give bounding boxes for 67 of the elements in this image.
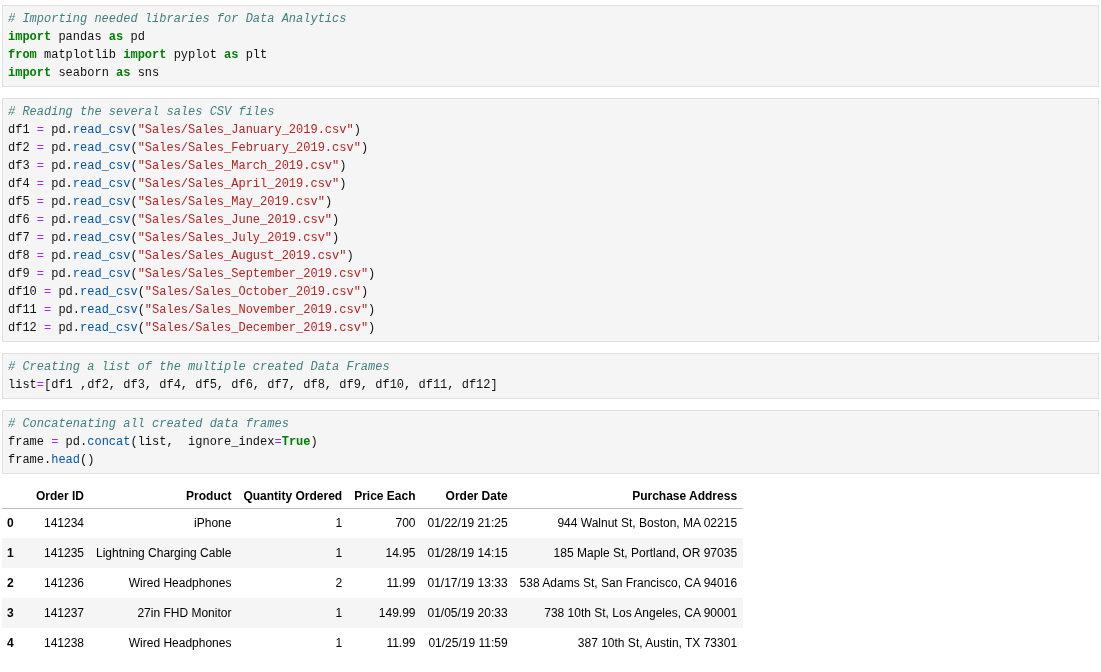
code-comment: # Concatenating all created data frames xyxy=(8,416,289,433)
column-header: Quantity Ordered xyxy=(237,484,349,508)
code-line: df6 = pd.read_csv("Sales/Sales_June_2019.csv") xyxy=(8,212,340,229)
table-cell: 141236 xyxy=(30,568,90,598)
code-line: df8 = pd.read_csv("Sales/Sales_August_2019.csv") xyxy=(8,248,354,265)
table-cell: 149.99 xyxy=(348,598,422,628)
table-cell: 01/28/19 14:15 xyxy=(421,538,514,568)
table-cell: 01/17/19 13:33 xyxy=(421,568,514,598)
code-line: df9 = pd.read_csv("Sales/Sales_September_2019.csv") xyxy=(8,266,376,283)
table-cell: 185 Maple St, Portland, OR 97035 xyxy=(513,538,744,568)
column-header: Order ID xyxy=(30,484,90,508)
table-cell: 738 10th St, Los Angeles, CA 90001 xyxy=(513,598,744,628)
code-line: frame.head() xyxy=(8,452,95,469)
row-index: 0 xyxy=(2,508,30,538)
code-comment: # Creating a list of the multiple created Data Frames xyxy=(8,359,390,376)
code-line: import seaborn as sns xyxy=(8,65,160,82)
table-cell: 11.99 xyxy=(348,628,422,658)
table-cell: 01/22/19 21:25 xyxy=(421,508,514,538)
column-header: Product xyxy=(90,484,238,508)
table-cell: 1 xyxy=(237,628,349,658)
code-line: frame = pd.concat(list, ignore_index=True) xyxy=(8,434,318,451)
row-index: 3 xyxy=(2,598,30,628)
column-header: Purchase Address xyxy=(513,484,744,508)
table-cell: 141234 xyxy=(30,508,90,538)
code-line: df7 = pd.read_csv("Sales/Sales_July_2019.csv") xyxy=(8,230,340,247)
code-line: df10 = pd.read_csv("Sales/Sales_October_2019.csv") xyxy=(8,284,369,301)
table-cell: 700 xyxy=(348,508,422,538)
table-cell: 141237 xyxy=(30,598,90,628)
table-cell: 01/25/19 11:59 xyxy=(421,628,514,658)
code-comment: # Importing needed libraries for Data Analytics xyxy=(8,11,347,28)
row-index: 2 xyxy=(2,568,30,598)
code-cell[interactable]: # Concatenating all created data frames frame = pd.concat(list, ignore_index=True) frame.head() xyxy=(2,410,1099,474)
code-line: import pandas as pd xyxy=(8,29,145,46)
code-line: df11 = pd.read_csv("Sales/Sales_November_2019.csv") xyxy=(8,302,376,319)
code-cell[interactable]: # Creating a list of the multiple created Data Frames list=[df1 ,df2, df3, df4, df5, df6, df7, df8, df9, df10, df11, df12] xyxy=(2,353,1099,399)
code-cell[interactable] xyxy=(2,98,1099,342)
code-line: df5 = pd.read_csv("Sales/Sales_May_2019.csv") xyxy=(8,194,333,211)
table-cell: 2 xyxy=(237,568,349,598)
table-cell: 1 xyxy=(237,598,349,628)
table-cell: 1 xyxy=(237,508,349,538)
table-cell: 141238 xyxy=(30,628,90,658)
table-cell: 27in FHD Monitor xyxy=(90,598,238,628)
table-cell: 538 Adams St, San Francisco, CA 94016 xyxy=(513,568,744,598)
column-header: Price Each xyxy=(348,484,422,508)
code-cell[interactable]: # Importing needed libraries for Data Analytics import pandas as pd from matplotlib import pyplot as plt import seaborn as sns xyxy=(2,5,1099,87)
table-cell: iPhone xyxy=(90,508,238,538)
code-line: df4 = pd.read_csv("Sales/Sales_April_2019.csv") xyxy=(8,176,347,193)
table-cell: 14.95 xyxy=(348,538,422,568)
code-line: list=[df1 ,df2, df3, df4, df5, df6, df7, df8, df9, df10, df11, df12] xyxy=(8,377,498,394)
code-comment: # Reading the several sales CSV files xyxy=(8,104,275,121)
table-cell: 11.99 xyxy=(348,568,422,598)
table-cell: Lightning Charging Cable xyxy=(90,538,238,568)
code-line: df12 = pd.read_csv("Sales/Sales_December_2019.csv") xyxy=(8,320,376,337)
table-cell: 01/05/19 20:33 xyxy=(421,598,514,628)
row-index: 1 xyxy=(2,538,30,568)
table-cell: Wired Headphones xyxy=(90,568,238,598)
table-cell: Wired Headphones xyxy=(90,628,238,658)
column-header: Order Date xyxy=(421,484,514,508)
code-line: df1 = pd.read_csv("Sales/Sales_January_2019.csv") xyxy=(8,122,361,139)
table-cell: 141235 xyxy=(30,538,90,568)
row-index: 4 xyxy=(2,628,30,658)
table-cell: 944 Walnut St, Boston, MA 02215 xyxy=(513,508,744,538)
code-line: df2 = pd.read_csv("Sales/Sales_February_2019.csv") xyxy=(8,140,369,157)
table-cell: 1 xyxy=(237,538,349,568)
table-cell: 387 10th St, Austin, TX 73301 xyxy=(513,628,744,658)
code-line: df3 = pd.read_csv("Sales/Sales_March_2019.csv") xyxy=(8,158,347,175)
code-line: from matplotlib import pyplot as plt xyxy=(8,47,268,64)
